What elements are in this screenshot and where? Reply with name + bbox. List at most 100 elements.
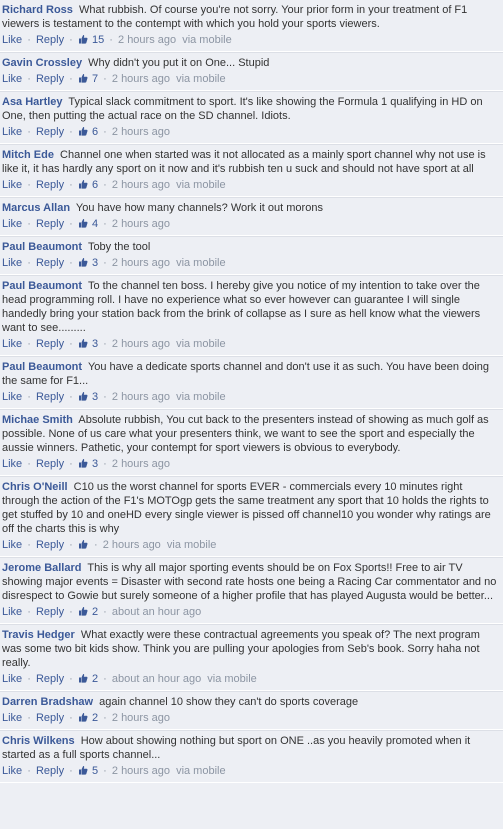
reply-link[interactable]: Reply xyxy=(36,712,64,724)
likes-count-link[interactable]: 7 xyxy=(78,73,101,85)
comment-actions: Like · Reply · 3 · 2 hours ago via mobil… xyxy=(2,337,499,351)
comment-author-link[interactable]: Chris Wilkens xyxy=(2,735,75,747)
likes-count-link[interactable]: 4 xyxy=(78,218,101,230)
comment-author-link[interactable]: Asa Hartley xyxy=(2,96,63,108)
comment: Chris Wilkens How about showing nothing … xyxy=(0,730,503,783)
likes-count-link[interactable]: 2 xyxy=(78,673,101,685)
comment-timestamp[interactable]: 2 hours ago xyxy=(112,765,170,777)
reply-link[interactable]: Reply xyxy=(36,539,64,551)
like-link[interactable]: Like xyxy=(2,391,22,403)
like-link[interactable]: Like xyxy=(2,338,22,350)
reply-link[interactable]: Reply xyxy=(36,765,64,777)
reply-link[interactable]: Reply xyxy=(36,73,64,85)
likes-count: 2 xyxy=(91,673,99,685)
likes-count-link[interactable]: 3 xyxy=(78,458,101,470)
like-link[interactable]: Like xyxy=(2,765,22,777)
like-link[interactable]: Like xyxy=(2,126,22,138)
likes-count: 15 xyxy=(91,34,105,46)
comment-author-link[interactable]: Gavin Crossley xyxy=(2,57,82,69)
comment-author-link[interactable]: Paul Beaumont xyxy=(2,241,82,253)
comment-timestamp[interactable]: 2 hours ago xyxy=(112,712,170,724)
comment-text: Absolute rubbish, You cut back to the pr… xyxy=(2,414,489,454)
comment-body: Chris O'Neill C10 us the worst channel f… xyxy=(2,480,499,536)
separator-dot: · xyxy=(27,458,31,470)
comment-timestamp[interactable]: 2 hours ago xyxy=(112,126,170,138)
comment-author-link[interactable]: Jerome Ballard xyxy=(2,562,81,574)
comment-timestamp[interactable]: 2 hours ago xyxy=(112,218,170,230)
reply-link[interactable]: Reply xyxy=(36,257,64,269)
likes-count-link[interactable]: 2 xyxy=(78,606,101,618)
thumbs-up-icon xyxy=(78,257,88,267)
comment-timestamp[interactable]: 2 hours ago xyxy=(112,179,170,191)
likes-count-link[interactable]: 6 xyxy=(78,126,101,138)
reply-link[interactable]: Reply xyxy=(36,179,64,191)
via-mobile-label: via mobile xyxy=(207,673,257,685)
comment-body: Asa Hartley Typical slack commitment to … xyxy=(2,95,499,123)
comment: Chris O'Neill C10 us the worst channel f… xyxy=(0,476,503,557)
comment-timestamp[interactable]: about an hour ago xyxy=(112,673,201,685)
separator-dot: · xyxy=(69,673,73,685)
separator-dot: · xyxy=(69,257,73,269)
reply-link[interactable]: Reply xyxy=(36,391,64,403)
reply-link[interactable]: Reply xyxy=(36,218,64,230)
likes-count: 3 xyxy=(91,338,99,350)
comment-actions: Like · Reply · 6 · 2 hours ago via mobil… xyxy=(2,178,499,192)
likes-count-link[interactable]: 5 xyxy=(78,765,101,777)
like-link[interactable]: Like xyxy=(2,73,22,85)
comment-author-link[interactable]: Michae Smith xyxy=(2,414,73,426)
likes-count-link[interactable] xyxy=(78,539,92,551)
like-link[interactable]: Like xyxy=(2,673,22,685)
like-link[interactable]: Like xyxy=(2,458,22,470)
reply-link[interactable]: Reply xyxy=(36,606,64,618)
comment: Michae Smith Absolute rubbish, You cut b… xyxy=(0,409,503,476)
like-link[interactable]: Like xyxy=(2,34,22,46)
separator-dot: · xyxy=(27,606,31,618)
comment-timestamp[interactable]: about an hour ago xyxy=(112,606,201,618)
like-link[interactable]: Like xyxy=(2,712,22,724)
reply-link[interactable]: Reply xyxy=(36,338,64,350)
comment-author-link[interactable]: Paul Beaumont xyxy=(2,361,82,373)
comment-timestamp[interactable]: 2 hours ago xyxy=(112,257,170,269)
comment-timestamp[interactable]: 2 hours ago xyxy=(118,34,176,46)
comment-timestamp[interactable]: 2 hours ago xyxy=(112,73,170,85)
reply-link[interactable]: Reply xyxy=(36,673,64,685)
like-link[interactable]: Like xyxy=(2,218,22,230)
comment-text: again channel 10 show they can't do spor… xyxy=(99,696,359,708)
thumbs-up-icon xyxy=(78,179,88,189)
reply-link[interactable]: Reply xyxy=(36,458,64,470)
like-link[interactable]: Like xyxy=(2,606,22,618)
comment-author-link[interactable]: Marcus Allan xyxy=(2,202,70,214)
comment-timestamp[interactable]: 2 hours ago xyxy=(103,539,161,551)
separator-dot: · xyxy=(69,218,73,230)
likes-count: 7 xyxy=(91,73,99,85)
comment-author-link[interactable]: Chris O'Neill xyxy=(2,481,68,493)
separator-dot: · xyxy=(69,179,73,191)
likes-count-link[interactable]: 6 xyxy=(78,179,101,191)
comment-author-link[interactable]: Travis Hedger xyxy=(2,629,75,641)
like-link[interactable]: Like xyxy=(2,179,22,191)
like-link[interactable]: Like xyxy=(2,257,22,269)
comment-author-link[interactable]: Mitch Ede xyxy=(2,149,54,161)
likes-count-link[interactable]: 3 xyxy=(78,257,101,269)
comment-timestamp[interactable]: 2 hours ago xyxy=(112,391,170,403)
comment-body: Jerome Ballard This is why all major spo… xyxy=(2,561,499,603)
likes-count-link[interactable]: 3 xyxy=(78,391,101,403)
via-mobile-label: via mobile xyxy=(176,179,226,191)
comment-timestamp[interactable]: 2 hours ago xyxy=(112,338,170,350)
comment-actions: Like · Reply · 2 · about an hour ago xyxy=(2,605,499,619)
like-link[interactable]: Like xyxy=(2,539,22,551)
comment-author-link[interactable]: Darren Bradshaw xyxy=(2,696,93,708)
likes-count-link[interactable]: 15 xyxy=(78,34,107,46)
reply-link[interactable]: Reply xyxy=(36,126,64,138)
comment-timestamp[interactable]: 2 hours ago xyxy=(112,458,170,470)
likes-count-link[interactable]: 2 xyxy=(78,712,101,724)
comment-author-link[interactable]: Richard Ross xyxy=(2,4,73,16)
thumbs-up-icon xyxy=(78,765,88,775)
likes-count: 2 xyxy=(91,606,99,618)
thumbs-up-icon xyxy=(78,126,88,136)
separator-dot: · xyxy=(27,73,31,85)
comment-body: Chris Wilkens How about showing nothing … xyxy=(2,734,499,762)
comment-author-link[interactable]: Paul Beaumont xyxy=(2,280,82,292)
likes-count-link[interactable]: 3 xyxy=(78,338,101,350)
reply-link[interactable]: Reply xyxy=(36,34,64,46)
